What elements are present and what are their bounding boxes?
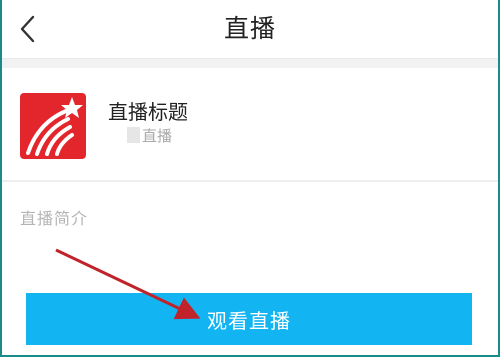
host-row: 直播 bbox=[127, 124, 172, 146]
avatar bbox=[127, 127, 140, 143]
divider bbox=[0, 180, 500, 182]
live-subtitle: 直播 bbox=[142, 126, 173, 145]
live-info-card: 直播标题 直播 bbox=[0, 68, 500, 180]
top-bar: 直播 bbox=[0, 0, 500, 58]
section-separator bbox=[0, 58, 500, 68]
watch-live-button[interactable]: 观看直播 bbox=[26, 293, 472, 345]
page-title: 直播 bbox=[223, 14, 276, 43]
watch-live-label: 观看直播 bbox=[207, 308, 291, 333]
live-title: 直播标题 bbox=[108, 100, 188, 124]
app-logo-icon bbox=[20, 93, 86, 159]
live-intro-label: 直播简介 bbox=[20, 209, 89, 228]
